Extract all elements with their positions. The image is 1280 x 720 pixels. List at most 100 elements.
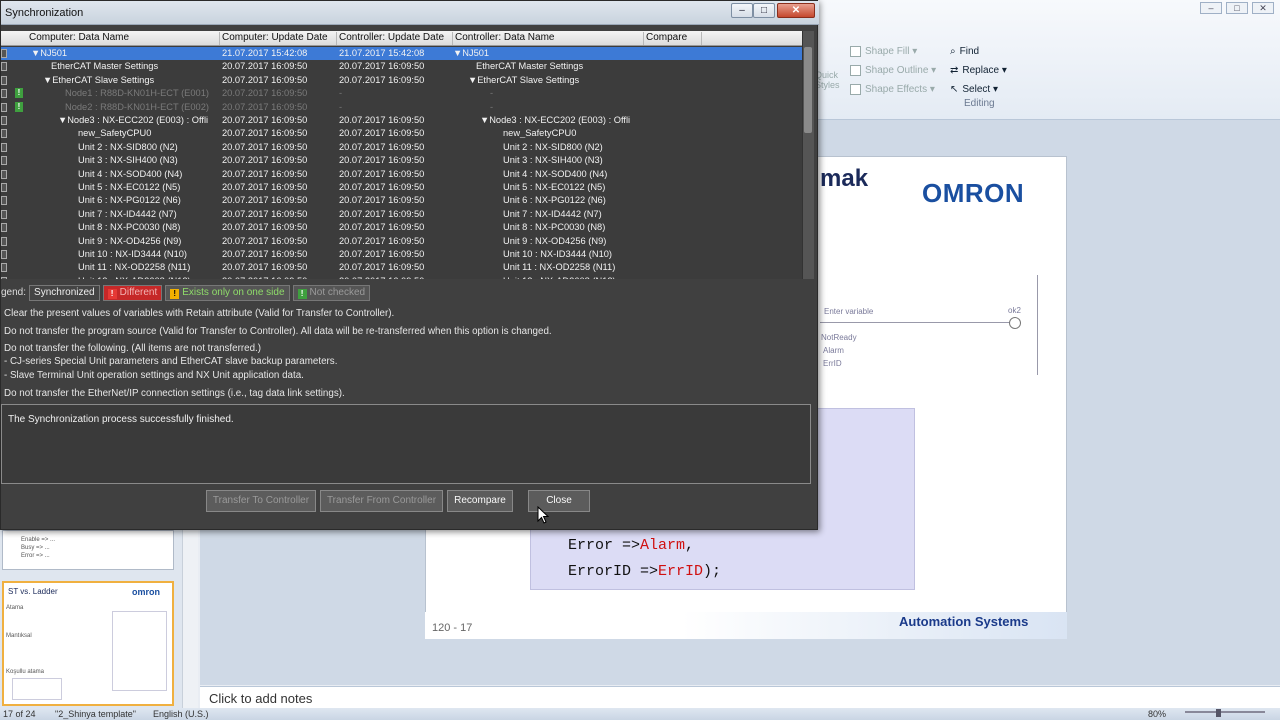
editing-group-label: Editing: [964, 98, 995, 109]
ladder-variable-placeholder: Enter variable: [824, 307, 874, 316]
cell-computer-date: 20.07.2017 16:09:50: [222, 235, 308, 246]
notes-pane[interactable]: [200, 686, 1280, 708]
grid-scrollbar-thumb[interactable]: [804, 47, 812, 133]
shape-fill-button[interactable]: Shape Fill ▾: [850, 42, 936, 61]
recompare-button[interactable]: Recompare: [447, 490, 513, 512]
replace-button[interactable]: ⇄ Replace ▾: [950, 61, 1007, 80]
row-checkbox[interactable]: [1, 142, 7, 152]
slide-thumbnail[interactable]: Enable => ... Busy => ... Error => ...: [2, 530, 174, 570]
zoom-slider-thumb[interactable]: [1216, 709, 1221, 717]
option-no-program-source[interactable]: Do not transfer the program source (Vali…: [4, 326, 552, 337]
row-checkbox[interactable]: [1, 250, 7, 259]
table-row[interactable]: Unit 10 : NX-ID3444 (N10) 20.07.2017 16:0…: [1, 248, 802, 261]
column-header-compare[interactable]: Compare: [644, 32, 702, 45]
row-checkbox[interactable]: [1, 209, 7, 219]
cell-computer-name: Unit 11 : NX-OD2258 (N11): [78, 262, 191, 273]
slide-thumbnail-selected[interactable]: ST vs. Ladder omron Atama Mantıksal Koşu…: [2, 581, 174, 706]
cell-controller-name: Unit 11 : NX-OD2258 (N11): [503, 262, 616, 273]
option-clear-retain[interactable]: Clear the present values of variables wi…: [4, 308, 394, 319]
quick-styles-button[interactable]: Quick Styles: [815, 70, 845, 90]
cell-computer-date: 20.07.2017 16:09:50: [222, 115, 308, 125]
cell-computer-name: Unit 12 : NX-AD2608 (N12): [78, 276, 214, 279]
omron-logo: OMRON: [922, 178, 1025, 208]
ppt-close-button[interactable]: ✕: [1252, 2, 1274, 14]
code-line: ErrorID =>ErrID);: [568, 563, 722, 580]
notes-placeholder[interactable]: Click to add notes: [209, 691, 312, 706]
row-checkbox[interactable]: [1, 62, 7, 72]
row-checkbox[interactable]: [1, 49, 7, 58]
row-checkbox[interactable]: [1, 156, 7, 166]
table-row[interactable]: Unit 9 : NX-OD4256 (N9) 20.07.2017 16:09:…: [1, 235, 802, 248]
table-row[interactable]: new_SafetyCPU0 20.07.2017 16:09:50 20.07.2…: [1, 127, 802, 140]
shape-effects-button[interactable]: Shape Effects ▾: [850, 80, 936, 99]
maximize-button[interactable]: □: [753, 3, 775, 18]
cell-controller-name: Unit 6 : NX-PG0122 (N6): [503, 195, 606, 206]
row-checkbox[interactable]: [1, 223, 7, 233]
one-side-marker-icon: !: [15, 101, 23, 112]
shape-format-group: Shape Fill ▾ Shape Outline ▾ Shape Effec…: [850, 42, 936, 99]
table-row[interactable]: ▼EtherCAT Slave Settings 20.07.2017 16:09…: [1, 74, 802, 87]
table-row[interactable]: Unit 6 : NX-PG0122 (N6) 20.07.2017 16:09:…: [1, 194, 802, 207]
row-checkbox[interactable]: [1, 236, 7, 246]
row-checkbox[interactable]: [1, 102, 7, 112]
mouse-cursor-icon: [537, 506, 549, 524]
status-bar: 17 of 24 "2_Shinya template" English (U.…: [0, 708, 1280, 720]
row-checkbox[interactable]: [1, 263, 7, 273]
option-no-ethernetip[interactable]: Do not transfer the EtherNet/IP connecti…: [4, 388, 345, 399]
select-button[interactable]: ↖ Select ▾: [950, 80, 1007, 99]
table-row[interactable]: ! Node1 : R88D-KN01H-ECT (E001) 20.07.2017…: [1, 87, 802, 100]
table-row[interactable]: Unit 3 : NX-SIH400 (N3) 20.07.2017 16:09:…: [1, 154, 802, 167]
table-row[interactable]: EtherCAT Master Settings 20.07.2017 16:09…: [1, 60, 802, 73]
cell-controller-name: -: [490, 101, 494, 112]
table-row[interactable]: Unit 4 : NX-SOD400 (N4) 20.07.2017 16:09:…: [1, 168, 802, 181]
shape-outline-button[interactable]: Shape Outline ▾: [850, 61, 936, 80]
column-header-controller-date[interactable]: Controller: Update Date: [337, 32, 453, 45]
column-header-computer-date[interactable]: Computer: Update Date: [220, 32, 337, 45]
cell-computer-name: ▼NJ501: [31, 48, 68, 58]
cell-computer-date: 21.07.2017 15:42:08: [222, 48, 308, 58]
legend-different: ! Different: [102, 284, 163, 301]
cell-computer-name: Unit 9 : NX-OD4256 (N9): [78, 235, 182, 246]
close-window-button[interactable]: ✕: [777, 3, 815, 18]
dialog-titlebar[interactable]: Synchronization – □ ✕: [1, 1, 819, 25]
row-checkbox[interactable]: [1, 276, 7, 279]
row-checkbox[interactable]: [1, 129, 7, 139]
table-row[interactable]: Unit 2 : NX-SID800 (N2) 20.07.2017 16:09:…: [1, 141, 802, 154]
table-row[interactable]: ▼Node3 : NX-ECC202 (E003) : Offli 20.07.2…: [1, 114, 802, 127]
table-row[interactable]: ! Node2 : R88D-KN01H-ECT (E002) 20.07.2017…: [1, 101, 802, 114]
thumbnail-scrollbar[interactable]: [182, 528, 198, 708]
transfer-to-controller-button[interactable]: Transfer To Controller: [206, 490, 316, 512]
find-button[interactable]: ⌕ Find: [950, 42, 1007, 61]
ladder-coil-icon: [1009, 317, 1021, 329]
status-zoom[interactable]: 80%: [1148, 709, 1166, 719]
legend: gend: Synchronized ! Different ! Exists on…: [1, 284, 371, 301]
ppt-minimize-button[interactable]: –: [1200, 2, 1222, 14]
synchronization-dialog: Synchronization – □ ✕ Computer: Data Nam…: [0, 0, 819, 530]
table-row[interactable]: Unit 11 : NX-OD2258 (N11) 20.07.2017 16:0…: [1, 261, 802, 274]
table-row[interactable]: Unit 8 : NX-PC0030 (N8) 20.07.2017 16:09:…: [1, 221, 802, 234]
row-checkbox[interactable]: [1, 75, 7, 85]
table-row[interactable]: Unit 7 : NX-ID4442 (N7) 20.07.2017 16:09:…: [1, 208, 802, 221]
table-row[interactable]: Unit 5 : NX-EC0122 (N5) 20.07.2017 16:09:…: [1, 181, 802, 194]
row-checkbox[interactable]: [1, 183, 7, 192]
cell-controller-name: Unit 3 : NX-SIH400 (N3): [503, 155, 603, 166]
column-header-computer-name[interactable]: Computer: Data Name: [27, 32, 220, 45]
minimize-button[interactable]: –: [731, 3, 753, 18]
ppt-maximize-button[interactable]: □: [1226, 2, 1248, 14]
option-no-transfer-following[interactable]: Do not transfer the following. (All item…: [4, 343, 261, 354]
row-checkbox[interactable]: [1, 196, 7, 206]
cell-computer-name: EtherCAT Master Settings: [51, 61, 159, 72]
status-message: The Synchronization process successfully…: [8, 414, 234, 425]
table-row[interactable]: ▼NJ501 21.07.2017 15:42:08 21.07.2017 15:4…: [1, 47, 802, 61]
cell-controller-date: -: [339, 101, 343, 112]
row-checkbox[interactable]: [1, 169, 7, 179]
transfer-from-controller-button[interactable]: Transfer From Controller: [320, 490, 443, 512]
thumbnail-logo: omron: [132, 587, 160, 597]
cell-controller-name: Unit 4 : NX-SOD400 (N4): [503, 168, 608, 179]
row-checkbox[interactable]: [1, 89, 7, 99]
table-row[interactable]: Unit 12 : NX-AD2608 (N12) 20.07.2017 16:0…: [1, 275, 802, 279]
row-checkbox[interactable]: [1, 116, 7, 125]
column-header-controller-name[interactable]: Controller: Data Name: [453, 32, 644, 45]
status-language[interactable]: English (U.S.): [153, 709, 209, 719]
zoom-slider[interactable]: [1185, 711, 1265, 713]
